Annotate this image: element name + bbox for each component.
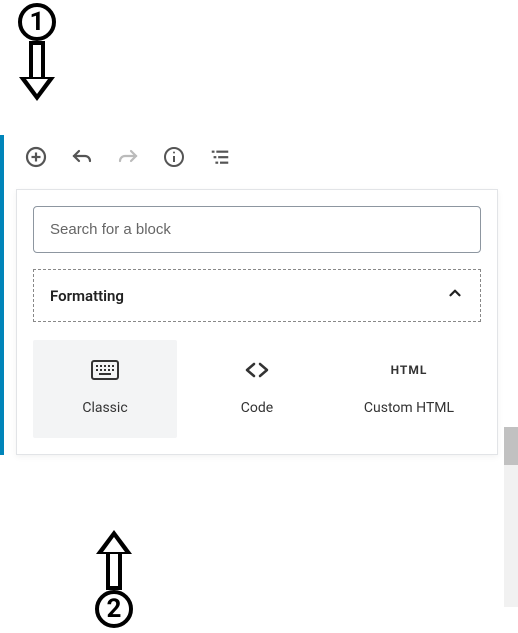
annotation-1: 1 bbox=[18, 3, 56, 101]
code-icon bbox=[243, 358, 271, 382]
block-item-label: Code bbox=[241, 400, 273, 416]
undo-icon bbox=[70, 145, 94, 169]
info-button[interactable] bbox=[160, 143, 188, 171]
redo-icon bbox=[116, 145, 140, 169]
editor-toolbar bbox=[4, 135, 514, 189]
block-item-label: Classic bbox=[82, 400, 127, 416]
keyboard-icon bbox=[91, 358, 119, 382]
chevron-up-icon bbox=[446, 284, 464, 307]
category-formatting[interactable]: Formatting bbox=[33, 269, 481, 322]
info-icon bbox=[162, 145, 186, 169]
scrollbar[interactable] bbox=[504, 427, 518, 607]
category-label: Formatting bbox=[50, 287, 124, 305]
search-input[interactable] bbox=[33, 206, 481, 253]
add-block-button[interactable] bbox=[22, 143, 50, 171]
scrollbar-thumb[interactable] bbox=[504, 427, 518, 465]
block-grid: Classic Code HTML Custom HTML bbox=[33, 340, 481, 438]
redo-button[interactable] bbox=[114, 143, 142, 171]
block-item-code[interactable]: Code bbox=[185, 340, 329, 438]
block-item-custom-html[interactable]: HTML Custom HTML bbox=[337, 340, 481, 438]
annotation-2: 2 bbox=[95, 530, 133, 628]
arrow-down-icon bbox=[25, 41, 49, 101]
block-item-label: Custom HTML bbox=[364, 400, 454, 416]
block-inserter-panel: Formatting bbox=[16, 189, 498, 455]
annotation-number-1: 1 bbox=[18, 3, 56, 41]
block-navigation-button[interactable] bbox=[206, 143, 234, 171]
outline-icon bbox=[209, 146, 231, 168]
plus-circle-icon bbox=[24, 145, 48, 169]
html-icon: HTML bbox=[391, 358, 428, 382]
editor-region: Formatting bbox=[0, 135, 514, 455]
block-item-classic[interactable]: Classic bbox=[33, 340, 177, 438]
undo-button[interactable] bbox=[68, 143, 96, 171]
annotation-number-2: 2 bbox=[95, 590, 133, 628]
panel-body: Formatting bbox=[17, 269, 497, 454]
arrow-up-icon bbox=[102, 530, 126, 590]
search-wrap bbox=[17, 190, 497, 269]
